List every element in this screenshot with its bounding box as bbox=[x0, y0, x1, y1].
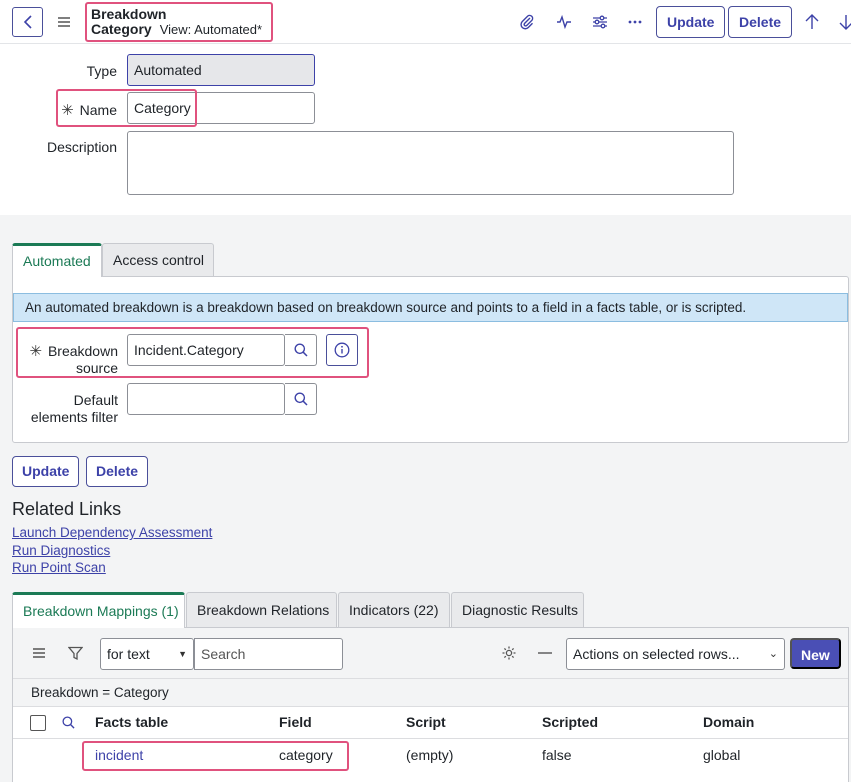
type-field[interactable]: Automated bbox=[127, 54, 315, 86]
tab-indicators[interactable]: Indicators (22) bbox=[338, 592, 450, 628]
column-facts-table[interactable]: Facts table bbox=[95, 714, 168, 730]
view-name: View: Automated* bbox=[159, 22, 263, 37]
title-table-name: Breakdown bbox=[91, 6, 167, 22]
settings-sliders-icon[interactable] bbox=[590, 12, 610, 32]
domain-cell: global bbox=[703, 747, 741, 763]
paperclip-icon[interactable] bbox=[517, 12, 537, 32]
related-links-title: Related Links bbox=[12, 499, 122, 519]
type-label: Type bbox=[86, 63, 117, 79]
scripted-cell: false bbox=[542, 747, 572, 763]
search-icon bbox=[294, 392, 308, 406]
filter-breadcrumb[interactable]: Breakdown = Category bbox=[13, 679, 848, 707]
delete-button[interactable]: Delete bbox=[86, 456, 149, 487]
default-elements-filter-label: Default elements filter bbox=[30, 392, 118, 425]
description-field[interactable] bbox=[127, 131, 734, 195]
back-button[interactable] bbox=[12, 7, 43, 37]
tab-breakdown-mappings[interactable]: Breakdown Mappings (1) bbox=[12, 592, 185, 628]
column-script[interactable]: Script bbox=[406, 714, 446, 730]
form-header: Breakdown Category View: Automated* Upda… bbox=[0, 0, 851, 44]
caret-down-icon: ▼ bbox=[178, 649, 187, 659]
breakdown-source-field[interactable]: Incident.Category bbox=[127, 334, 285, 366]
script-cell: (empty) bbox=[406, 747, 454, 763]
tab-breakdown-relations[interactable]: Breakdown Relations bbox=[186, 592, 337, 628]
record-title: Breakdown Category View: Automated* bbox=[85, 2, 273, 42]
new-button[interactable]: New bbox=[790, 638, 841, 669]
mandatory-asterisk-icon: ✳ bbox=[61, 102, 74, 119]
default-elements-filter-field[interactable] bbox=[127, 383, 285, 415]
chevron-left-icon bbox=[23, 15, 32, 29]
info-icon bbox=[334, 342, 350, 358]
name-label: ✳ Name bbox=[61, 102, 117, 119]
tab-automated[interactable]: Automated bbox=[12, 243, 102, 277]
link-run-diagnostics[interactable]: Run Diagnostics bbox=[12, 543, 110, 558]
link-launch-dependency-assessment[interactable]: Launch Dependency Assessment bbox=[12, 525, 212, 540]
update-button[interactable]: Update bbox=[12, 456, 80, 487]
breakdown-source-label: ✳ Breakdown source bbox=[29, 343, 118, 376]
gear-icon[interactable] bbox=[500, 644, 518, 662]
select-all-checkbox[interactable] bbox=[30, 715, 46, 731]
arrow-down-icon[interactable] bbox=[836, 12, 851, 32]
arrow-up-icon[interactable] bbox=[802, 12, 822, 32]
filter-lookup-button[interactable] bbox=[285, 383, 317, 415]
context-menu-button[interactable] bbox=[55, 12, 73, 32]
row-divider bbox=[13, 738, 848, 739]
facts-table-link[interactable]: incident bbox=[95, 747, 143, 763]
automated-panel: An automated breakdown is a breakdown ba… bbox=[12, 276, 849, 443]
title-record-name: Category bbox=[91, 21, 152, 37]
search-field-select[interactable]: for text ▼ bbox=[100, 638, 194, 670]
link-run-point-scan[interactable]: Run Point Scan bbox=[12, 560, 106, 575]
filter-icon[interactable] bbox=[66, 644, 84, 662]
header-update-button[interactable]: Update bbox=[656, 6, 726, 38]
more-options-icon[interactable] bbox=[625, 12, 645, 32]
breakdown-mappings-list: for text ▼ Search Actions on selected ro… bbox=[12, 627, 849, 782]
activity-icon[interactable] bbox=[554, 12, 574, 32]
name-field[interactable]: Category bbox=[127, 92, 315, 124]
breakdown-source-info-button[interactable] bbox=[326, 334, 358, 366]
collapse-minus-icon[interactable] bbox=[536, 644, 554, 662]
column-field[interactable]: Field bbox=[279, 714, 312, 730]
chevron-down-icon: ⌄ bbox=[768, 648, 778, 660]
list-toolbar: for text ▼ Search Actions on selected ro… bbox=[13, 628, 848, 679]
breakdown-source-lookup-button[interactable] bbox=[285, 334, 317, 366]
column-scripted[interactable]: Scripted bbox=[542, 714, 598, 730]
info-message: An automated breakdown is a breakdown ba… bbox=[13, 293, 848, 322]
form-fields: Type Automated ✳ Name Category Descriptio… bbox=[0, 44, 851, 215]
field-cell: category bbox=[279, 747, 333, 763]
column-domain[interactable]: Domain bbox=[703, 714, 754, 730]
description-label: Description bbox=[46, 139, 117, 155]
header-delete-button[interactable]: Delete bbox=[728, 6, 793, 38]
actions-on-selected-rows-select[interactable]: Actions on selected rows... ⌄ bbox=[566, 638, 785, 670]
column-search-icon[interactable] bbox=[60, 714, 76, 730]
tab-access-control[interactable]: Access control bbox=[102, 243, 214, 277]
list-menu-icon[interactable] bbox=[31, 645, 47, 661]
list-search-input[interactable]: Search bbox=[194, 638, 343, 670]
tab-diagnostic-results[interactable]: Diagnostic Results bbox=[451, 592, 584, 628]
hamburger-icon bbox=[58, 17, 70, 27]
mandatory-asterisk-icon: ✳ bbox=[29, 343, 42, 360]
search-icon bbox=[294, 343, 308, 357]
